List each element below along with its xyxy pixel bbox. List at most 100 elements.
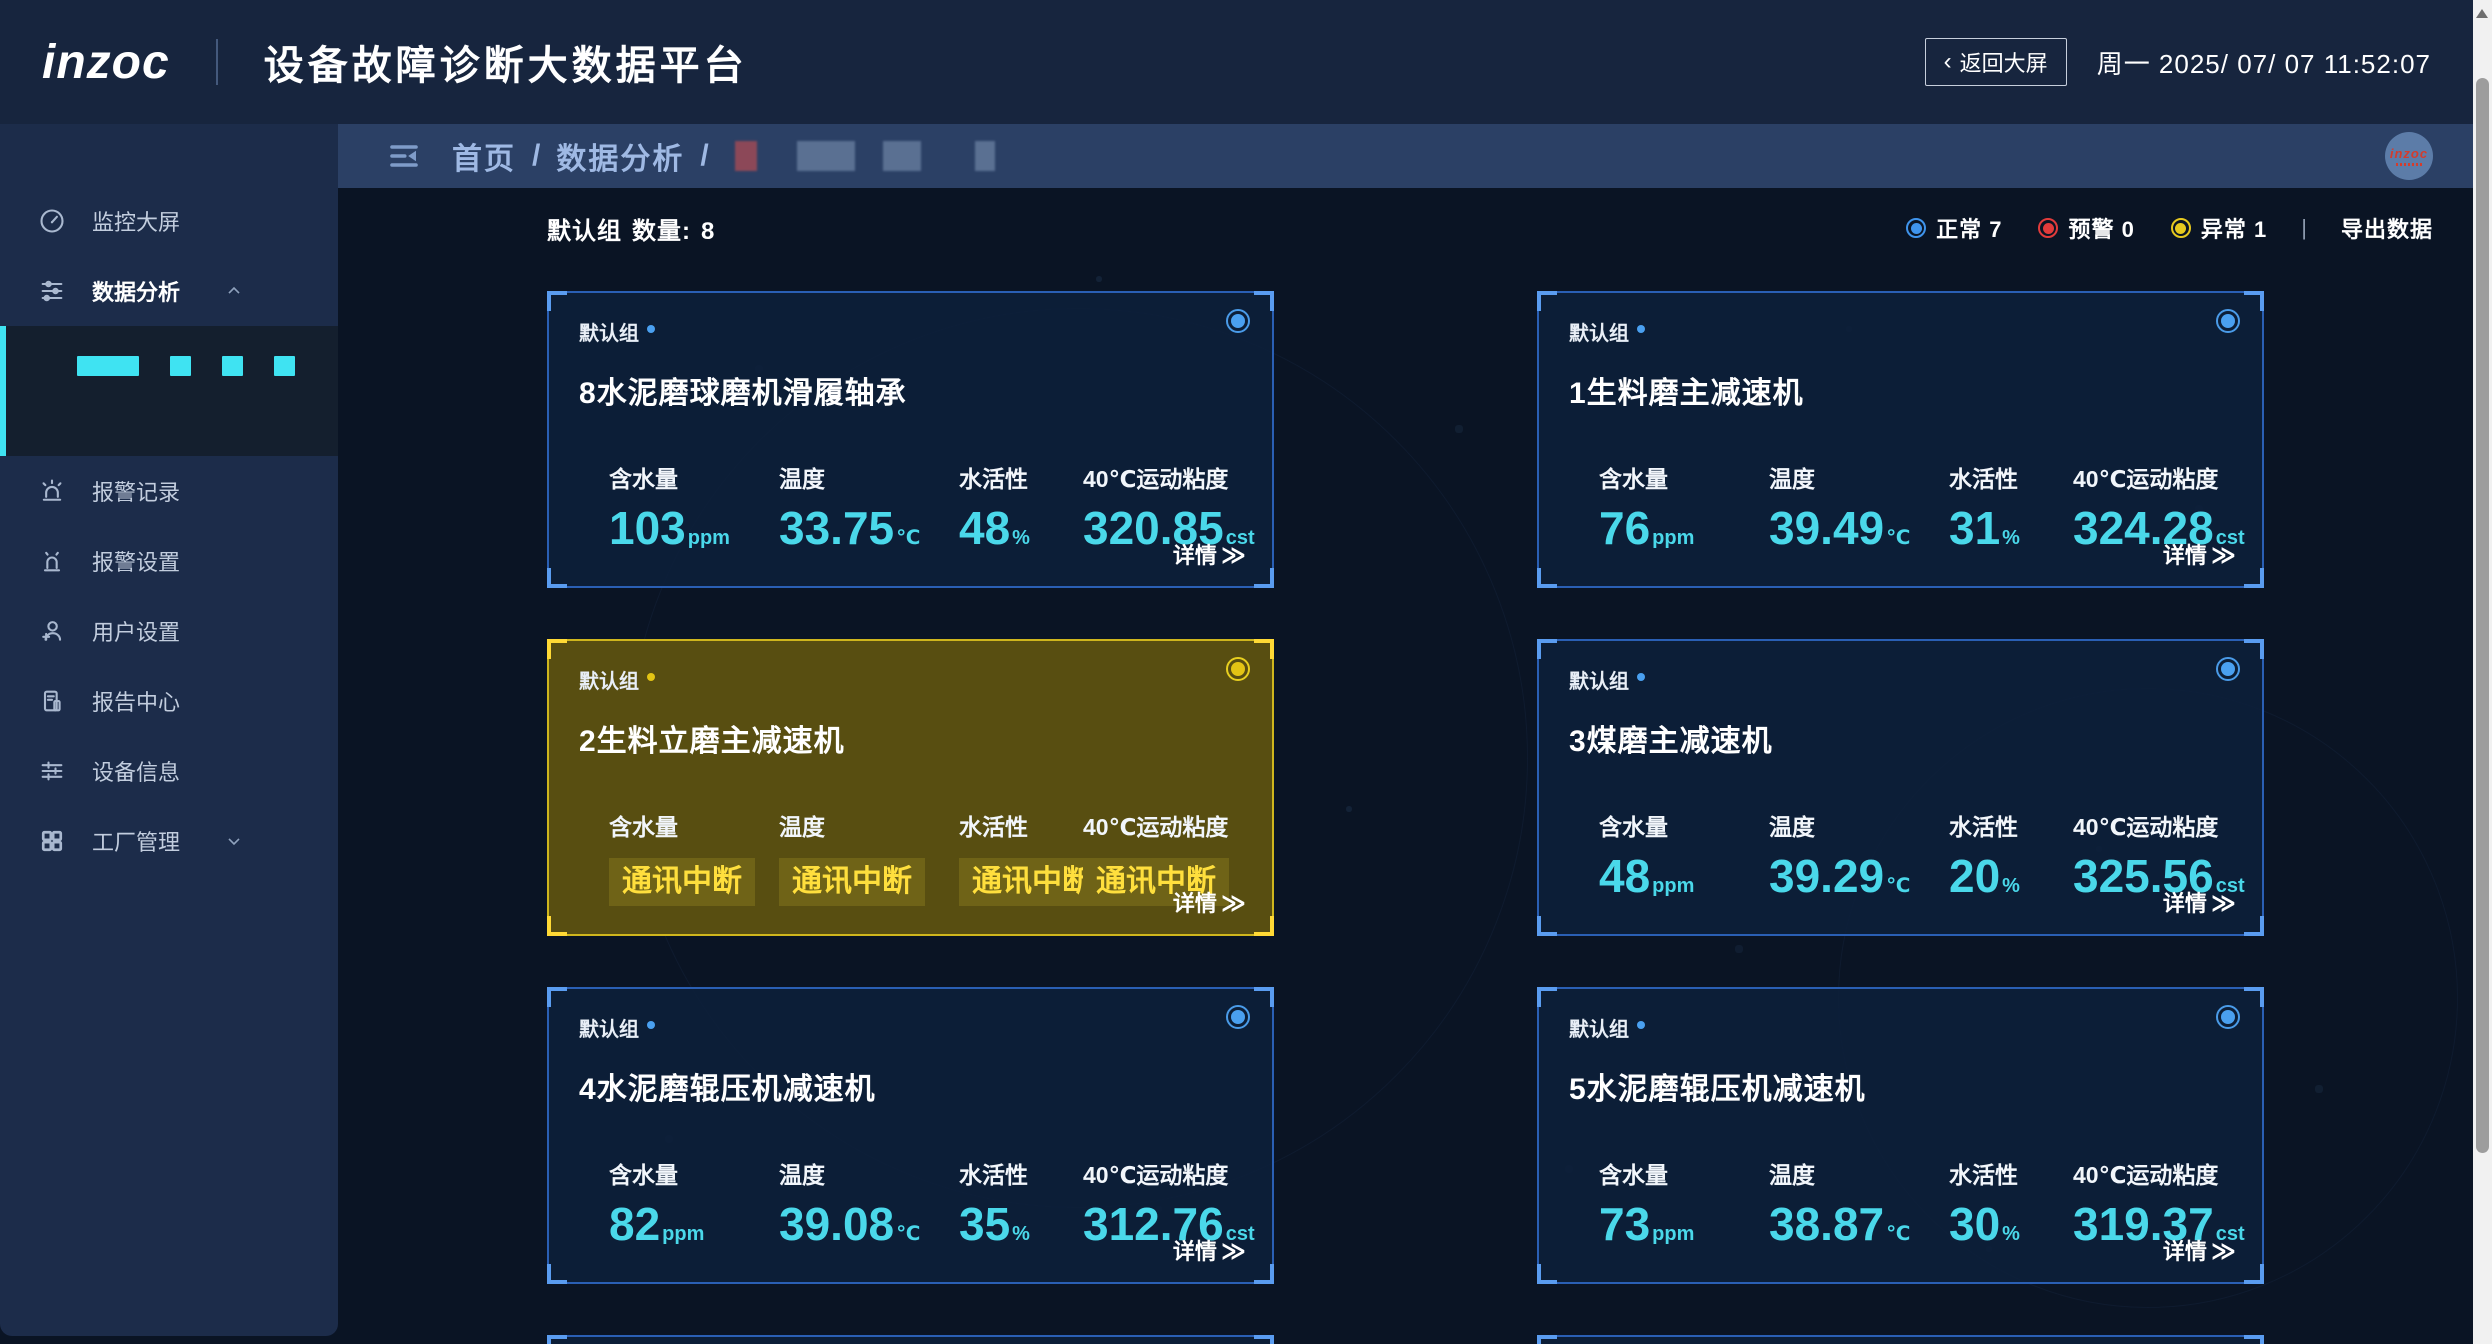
metric: 水活性 48% (959, 460, 1083, 552)
metric-value: 48ppm (1599, 852, 1769, 900)
detail-link[interactable]: 详情≫ (1173, 538, 1246, 570)
alarm-bell-icon (38, 547, 66, 575)
device-name: 1生料磨主减速机 (1569, 368, 2232, 412)
metric-label: 水活性 (1949, 808, 2073, 842)
detail-link[interactable]: 详情≫ (1173, 886, 1246, 918)
device-card: 默认组 1生料磨主减速机 含水量 76ppm 温度 39.49℃ 水活性 31%… (1537, 291, 2264, 588)
group-dot-icon (1637, 673, 1645, 681)
group-dot-icon (1637, 1021, 1645, 1029)
metric: 含水量 76ppm (1599, 460, 1769, 552)
grid-icon (38, 827, 66, 855)
metric: 含水量 73ppm (1599, 1156, 1769, 1248)
breadcrumb-section[interactable]: 数据分析 (556, 134, 684, 178)
breadcrumb-home[interactable]: 首页 (452, 134, 516, 178)
header-divider (216, 39, 218, 85)
detail-link[interactable]: 详情≫ (2163, 538, 2236, 570)
metrics-row: 含水量 48ppm 温度 39.29℃ 水活性 20% 40℃运动粘度 325.… (1569, 808, 2232, 900)
detail-link[interactable]: 详情≫ (2163, 886, 2236, 918)
metric-unit: % (1012, 1223, 1030, 1245)
status-dot-icon (2171, 218, 2191, 238)
device-sliders-icon (38, 757, 66, 785)
breadcrumb-separator: / (532, 139, 540, 173)
metric-label: 40℃运动粘度 (1083, 1156, 1255, 1190)
card-group-label: 默认组 (579, 1013, 639, 1042)
metrics-row: 含水量 通讯中断 温度 通讯中断 水活性 通讯中断 40℃运动粘度 通讯中断 (579, 808, 1242, 906)
device-name: 4水泥磨辊压机减速机 (579, 1064, 1242, 1108)
double-chevron-right-icon: ≫ (1221, 890, 1246, 917)
sidebar-item-7[interactable]: 设备信息 (0, 736, 338, 806)
metric-value: 20% (1949, 852, 2073, 900)
metric-label: 40℃运动粘度 (1083, 460, 1255, 494)
device-card-partial (1537, 1335, 2264, 1344)
export-data-button[interactable]: 导出数据 (2341, 212, 2433, 244)
sidebar-item-4[interactable]: 报警设置 (0, 526, 338, 596)
metric-value: 通讯中断 (609, 858, 755, 906)
metric: 温度 39.08℃ (779, 1156, 959, 1248)
status-indicator-icon (2216, 1005, 2240, 1029)
double-chevron-right-icon: ≫ (1221, 1238, 1246, 1265)
scroll-up-arrow-icon[interactable] (2476, 9, 2488, 18)
metric-unit: ℃ (896, 1223, 920, 1245)
sidebar-item-1[interactable]: 监控大屏 (0, 186, 338, 256)
scrollbar-thumb[interactable] (2476, 78, 2489, 1153)
metric-value: 82ppm (609, 1200, 779, 1248)
sidebar-item-2[interactable]: 数据分析 (0, 256, 338, 326)
sidebar-item-8[interactable]: 工厂管理 (0, 806, 338, 876)
metric-unit: ℃ (1886, 1223, 1910, 1245)
device-card: 默认组 8水泥磨球磨机滑履轴承 含水量 103ppm 温度 33.75℃ 水活性… (547, 291, 1274, 588)
metrics-row: 含水量 73ppm 温度 38.87℃ 水活性 30% 40℃运动粘度 319.… (1569, 1156, 2232, 1248)
metric-label: 含水量 (609, 808, 779, 842)
breadcrumb-separator: / (700, 139, 708, 173)
sidebar-subitem-redacted[interactable] (77, 356, 295, 376)
vertical-scrollbar[interactable] (2473, 0, 2492, 1344)
double-chevron-right-icon: ≫ (2211, 890, 2236, 917)
corner-accent (1254, 568, 1274, 588)
datetime-text: 周一 2025/ 07/ 07 11:52:07 (2097, 44, 2431, 81)
sidebar-item-6[interactable]: 报告中心 (0, 666, 338, 736)
metric-label: 水活性 (959, 1156, 1083, 1190)
metric-value: 38.87℃ (1769, 1200, 1949, 1248)
siren-icon (38, 477, 66, 505)
corner-accent (1537, 987, 1557, 1007)
metric-label: 水活性 (1949, 1156, 2073, 1190)
detail-link[interactable]: 详情≫ (1173, 1234, 1246, 1266)
corner-accent (2244, 916, 2264, 936)
metric-label: 含水量 (1599, 1156, 1769, 1190)
metric-label: 温度 (779, 1156, 959, 1190)
sidebar-item-3[interactable]: 报警记录 (0, 456, 338, 526)
metric-unit: % (2002, 527, 2020, 549)
metric-label: 温度 (1769, 808, 1949, 842)
collapse-menu-icon[interactable] (386, 138, 422, 174)
breadcrumb: 首页 / 数据分析 / inzoc (338, 124, 2473, 188)
metric-label: 温度 (779, 808, 959, 842)
double-chevron-right-icon: ≫ (2211, 542, 2236, 569)
corner-accent (1254, 1264, 1274, 1284)
chevron-down-icon (224, 831, 244, 851)
device-card: 默认组 3煤磨主减速机 含水量 48ppm 温度 39.29℃ 水活性 20% … (1537, 639, 2264, 936)
status-indicator-icon (2216, 657, 2240, 681)
metric: 含水量 通讯中断 (609, 808, 779, 906)
device-cards-grid: 默认组 8水泥磨球磨机滑履轴承 含水量 103ppm 温度 33.75℃ 水活性… (547, 291, 2473, 1344)
metric-label: 40℃运动粘度 (2073, 460, 2245, 494)
group-dot-icon (647, 1021, 655, 1029)
corner-accent (2244, 568, 2264, 588)
metric-value: 通讯中断 (779, 858, 925, 906)
metric-unit: ppm (688, 527, 730, 549)
detail-link[interactable]: 详情≫ (2163, 1234, 2236, 1266)
double-chevron-right-icon: ≫ (2211, 1238, 2236, 1265)
metric: 水活性 35% (959, 1156, 1083, 1248)
corner-accent (1537, 1264, 1557, 1284)
sidebar-item-5[interactable]: 用户设置 (0, 596, 338, 666)
main-content: 默认组数量:8 正常 7 预警 0 异常 1 | 导出数据 默认组 8水泥磨球磨… (338, 188, 2473, 1344)
metric-value: 103ppm (609, 504, 779, 552)
metric: 温度 33.75℃ (779, 460, 959, 552)
user-avatar[interactable]: inzoc (2385, 132, 2433, 180)
back-to-bigscreen-button[interactable]: ‹ 返回大屏 (1925, 38, 2067, 86)
corner-accent (1254, 1335, 1274, 1344)
metric: 温度 39.29℃ (1769, 808, 1949, 900)
device-name: 8水泥磨球磨机滑履轴承 (579, 368, 1242, 412)
metric-label: 温度 (779, 460, 959, 494)
metric-value: 35% (959, 1200, 1083, 1248)
metric-label: 含水量 (609, 1156, 779, 1190)
card-group-label: 默认组 (1569, 1013, 1629, 1042)
